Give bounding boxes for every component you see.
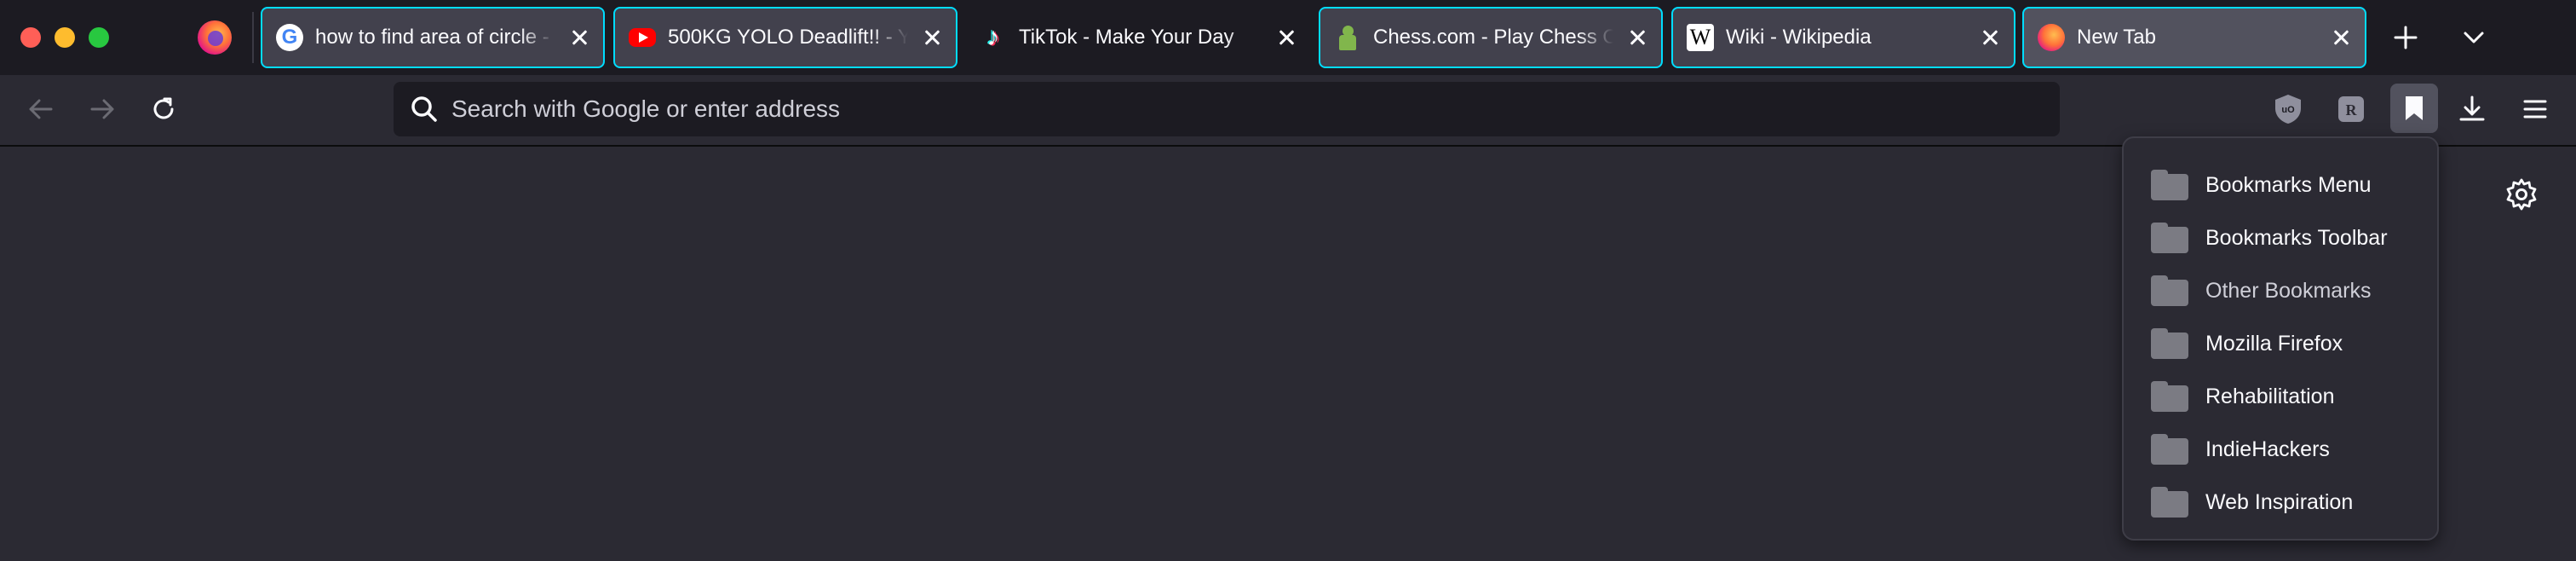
gear-icon <box>2506 178 2537 211</box>
firefox-icon <box>198 20 232 55</box>
plus-icon <box>2394 26 2418 49</box>
tab-title: 500KG YOLO Deadlift!! - YouTube <box>668 26 908 49</box>
tab-new-tab[interactable]: New Tab <box>2022 7 2366 68</box>
bookmark-folder-label: Rehabilitation <box>2205 384 2335 408</box>
close-icon[interactable] <box>1625 26 1649 49</box>
bookmarks-button[interactable] <box>2390 84 2438 133</box>
close-icon[interactable] <box>1978 26 2002 49</box>
close-icon[interactable] <box>2329 26 2353 49</box>
forward-arrow-icon <box>90 99 114 119</box>
downloads-button[interactable] <box>2452 89 2493 130</box>
svg-text:uO: uO <box>2281 105 2295 115</box>
firefox-icon <box>2038 24 2065 51</box>
bookmark-folder-other-bookmarks[interactable]: Other Bookmarks <box>2124 264 2437 317</box>
tab-title: how to find area of circle - Google Sear… <box>315 26 555 49</box>
bookmarks-panel: Bookmarks Menu Bookmarks Toolbar Other B… <box>2122 136 2439 541</box>
folder-icon <box>2151 328 2188 359</box>
bookmark-folder-label: IndieHackers <box>2205 437 2330 461</box>
bookmark-folder-bookmarks-menu[interactable]: Bookmarks Menu <box>2124 159 2437 211</box>
tab-wikipedia[interactable]: W Wiki - Wikipedia <box>1671 7 2015 68</box>
new-tab-button[interactable] <box>2385 17 2426 58</box>
youtube-icon <box>629 28 656 47</box>
forward-button[interactable] <box>82 89 123 130</box>
close-icon[interactable] <box>920 26 944 49</box>
tab-strip-divider <box>252 12 254 63</box>
tab-title: Chess.com - Play Chess Online <box>1373 26 1613 49</box>
address-bar[interactable] <box>394 82 2060 136</box>
bookmark-folder-web-inspiration[interactable]: Web Inspiration <box>2124 476 2437 529</box>
title-bar: G how to find area of circle - Google Se… <box>0 0 2576 75</box>
back-button[interactable] <box>20 89 61 130</box>
search-icon <box>407 92 441 130</box>
tab-youtube[interactable]: 500KG YOLO Deadlift!! - YouTube <box>613 7 957 68</box>
back-arrow-icon <box>29 99 53 119</box>
chevron-down-icon <box>2464 32 2484 43</box>
tab-title: New Tab <box>2077 26 2156 49</box>
extension-icon: R <box>2338 96 2364 122</box>
tab-google[interactable]: G how to find area of circle - Google Se… <box>261 7 605 68</box>
wikipedia-icon: W <box>1687 24 1714 51</box>
close-icon[interactable] <box>1274 26 1298 49</box>
window-close-button[interactable] <box>20 27 41 48</box>
window-minimize-button[interactable] <box>55 27 75 48</box>
search-input[interactable] <box>451 82 2036 136</box>
tab-title: TikTok - Make Your Day <box>1019 26 1234 49</box>
bookmark-folder-rehabilitation[interactable]: Rehabilitation <box>2124 370 2437 423</box>
svg-text:R: R <box>2346 101 2358 119</box>
bookmark-folder-bookmarks-toolbar[interactable]: Bookmarks Toolbar <box>2124 211 2437 264</box>
list-all-tabs-button[interactable] <box>2453 17 2494 58</box>
tab-tiktok[interactable]: ♪ TikTok - Make Your Day <box>966 7 1310 68</box>
ublock-origin-icon: uO <box>2275 95 2301 124</box>
bookmark-folder-mozilla-firefox[interactable]: Mozilla Firefox <box>2124 317 2437 370</box>
ublock-origin-button[interactable]: uO <box>2268 89 2309 130</box>
window-maximize-button[interactable] <box>89 27 109 48</box>
bookmark-folder-label: Mozilla Firefox <box>2205 331 2343 356</box>
tab-title: Wiki - Wikipedia <box>1726 26 1872 49</box>
close-icon[interactable] <box>567 26 591 49</box>
reload-icon <box>153 97 174 119</box>
folder-icon <box>2151 381 2188 412</box>
bookmark-icon <box>2406 96 2423 120</box>
chess-icon <box>1334 24 1361 51</box>
new-tab-settings-button[interactable] <box>2504 177 2539 216</box>
bookmark-folder-label: Other Bookmarks <box>2205 278 2372 303</box>
folder-icon <box>2151 434 2188 465</box>
bookmark-folder-indiehackers[interactable]: IndieHackers <box>2124 423 2437 476</box>
folder-icon <box>2151 170 2188 200</box>
folder-icon <box>2151 223 2188 253</box>
folder-icon <box>2151 275 2188 306</box>
extension-button[interactable]: R <box>2331 89 2372 130</box>
reload-button[interactable] <box>143 89 184 130</box>
google-icon: G <box>276 24 303 51</box>
folder-icon <box>2151 487 2188 518</box>
tab-chess[interactable]: Chess.com - Play Chess Online <box>1319 7 1663 68</box>
hamburger-menu-icon <box>2523 100 2547 119</box>
bookmark-folder-label: Web Inspiration <box>2205 489 2354 514</box>
tiktok-icon: ♪ <box>986 23 1000 51</box>
bookmark-folder-label: Bookmarks Toolbar <box>2205 225 2388 250</box>
download-icon <box>2459 95 2485 121</box>
app-menu-button[interactable] <box>2515 89 2556 130</box>
bookmark-folder-label: Bookmarks Menu <box>2205 172 2372 197</box>
